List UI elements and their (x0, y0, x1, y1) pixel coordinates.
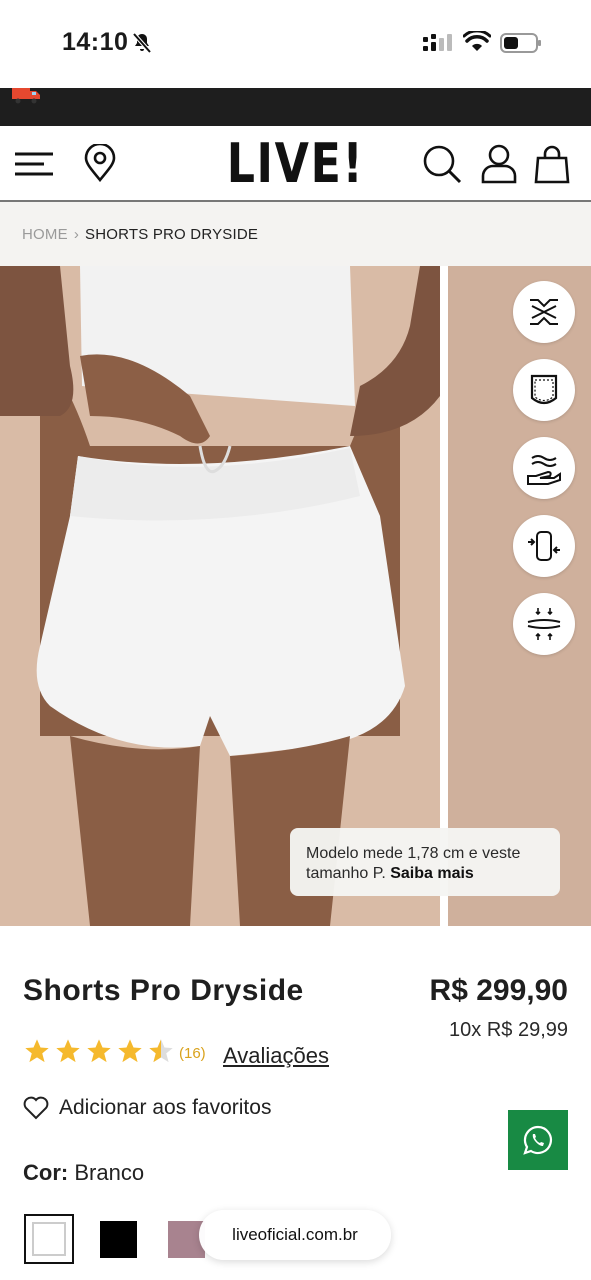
installments: 10x R$ 29,99 (449, 1019, 568, 1041)
swatch-branco[interactable] (24, 1214, 74, 1264)
feature-pocket-button[interactable] (513, 359, 575, 421)
promo-bar[interactable] (0, 88, 591, 126)
whatsapp-icon (523, 1125, 553, 1155)
battery-icon (500, 33, 541, 53)
star-full-icon (56, 1039, 80, 1063)
feature-stretch-button[interactable] (513, 281, 575, 343)
color-label: Cor: (23, 1160, 69, 1185)
product-title: Shorts Pro Dryside (23, 974, 304, 1007)
swatch-preto[interactable] (100, 1221, 137, 1258)
browser-url-bar[interactable]: liveoficial.com.br (199, 1210, 391, 1260)
feature-soft-touch-button[interactable] (513, 437, 575, 499)
product-photo-main[interactable] (0, 266, 440, 926)
model-size-note: Modelo mede 1,78 cm e veste tamanho P. S… (290, 828, 560, 896)
product-photo-secondary[interactable] (448, 266, 591, 926)
compression-icon (528, 531, 560, 561)
soft-touch-icon (527, 455, 561, 485)
breadcrumb-separator: › (73, 226, 80, 243)
hamburger-icon[interactable] (14, 144, 54, 184)
breadcrumb: HOME › SHORTS PRO DRYSIDE (0, 202, 591, 266)
product-photo-illustration (0, 266, 440, 926)
status-time: 14:10 (62, 28, 129, 56)
bell-off-icon (132, 32, 152, 54)
pocket-icon (530, 374, 558, 405)
color-selector-label: Cor: Branco (23, 1160, 144, 1186)
star-full-icon (118, 1039, 142, 1063)
stretch-fabric-icon (530, 299, 558, 325)
star-full-icon (25, 1039, 49, 1063)
breadcrumb-current: SHORTS PRO DRYSIDE (85, 226, 259, 243)
signal-icon (423, 34, 452, 51)
product-gallery[interactable]: Modelo mede 1,78 cm e veste tamanho P. S… (0, 266, 591, 926)
model-note-link[interactable]: Saiba mais (390, 865, 474, 882)
feature-breathable-button[interactable] (513, 593, 575, 655)
review-count: (16) (179, 1045, 206, 1062)
favorites-label: Adicionar aos favoritos (59, 1096, 272, 1119)
feature-compression-button[interactable] (513, 515, 575, 577)
star-full-icon (87, 1039, 111, 1063)
reviews-link[interactable]: Avaliações (223, 1043, 329, 1069)
breadcrumb-home[interactable]: HOME (22, 226, 68, 243)
heart-icon (23, 1096, 49, 1120)
swatch-inner (32, 1222, 66, 1256)
status-bar: 14:10 (0, 0, 591, 88)
shopping-bag-icon[interactable] (532, 144, 572, 184)
search-icon[interactable] (422, 144, 462, 184)
wifi-icon (463, 31, 491, 51)
site-header: LIVE! (0, 126, 591, 202)
user-icon[interactable] (479, 144, 519, 184)
product-price: R$ 299,90 (429, 974, 568, 1007)
color-value: Branco (74, 1160, 145, 1185)
breathable-icon (527, 608, 561, 640)
star-half-icon (149, 1039, 173, 1063)
delivery-truck-icon (12, 88, 40, 104)
whatsapp-button[interactable] (508, 1110, 568, 1170)
site-logo[interactable]: LIVE! (53, 132, 538, 195)
